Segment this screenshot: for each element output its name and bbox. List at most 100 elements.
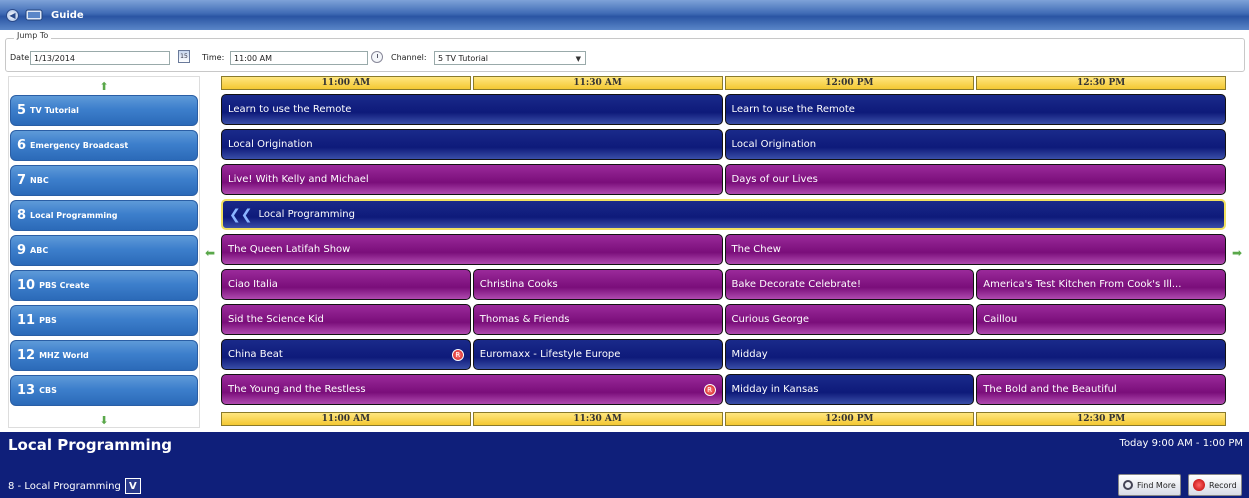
- channel-list: ⬆ 5 TV Tutorial 6 Emergency Broadcast 7 NBC 8 L…: [8, 76, 200, 428]
- channel-number: 13: [17, 383, 36, 398]
- program-cell[interactable]: The Chew: [724, 234, 1226, 265]
- channel-button-12[interactable]: 12 MHZ World: [10, 340, 198, 371]
- program-cell[interactable]: Midday: [724, 339, 1226, 370]
- continues-before-icon: ❮❮: [229, 206, 253, 223]
- channel-button-6[interactable]: 6 Emergency Broadcast: [10, 130, 198, 161]
- channel-number: 5: [17, 103, 27, 118]
- scroll-down-arrow-icon[interactable]: ⬇: [9, 413, 199, 427]
- program-cell[interactable]: Learn to use the Remote: [221, 94, 723, 125]
- top-time-header: 11:00 AM: [221, 76, 471, 90]
- channel-number: 9: [17, 243, 27, 258]
- program-cell[interactable]: Learn to use the Remote: [724, 94, 1226, 125]
- program-cell[interactable]: Live! With Kelly and Michael: [221, 164, 723, 195]
- channel-number: 7: [17, 173, 27, 188]
- program-cell[interactable]: Euromaxx - Lifestyle Europe: [472, 339, 723, 370]
- calendar-icon[interactable]: 15: [178, 50, 190, 63]
- channel-name: NBC: [30, 176, 49, 185]
- find-more-label: Find More: [1137, 480, 1176, 490]
- v-button[interactable]: V: [124, 478, 141, 494]
- channel-label: Channel:: [391, 53, 427, 62]
- program-title: Midday in Kansas: [731, 384, 819, 395]
- channel-number: 11: [17, 313, 36, 328]
- channel-button-10[interactable]: 10 PBS Create: [10, 270, 198, 301]
- top-time-header: 12:00 PM: [724, 76, 975, 90]
- bottom-time-header: 11:30 AM: [472, 412, 723, 426]
- program-title: Christina Cooks: [479, 279, 558, 290]
- channel-select[interactable]: 5 TV Tutorial ▼: [434, 51, 586, 65]
- program-cell[interactable]: Ciao Italia: [221, 269, 471, 300]
- program-title: Live! With Kelly and Michael: [228, 174, 369, 185]
- channel-name: Local Programming: [30, 211, 118, 220]
- scroll-right-arrow-icon[interactable]: ➡: [1232, 246, 1242, 260]
- channel-name: ABC: [30, 246, 49, 255]
- channel-name: TV Tutorial: [30, 106, 79, 115]
- record-button[interactable]: Record: [1188, 474, 1242, 496]
- program-title: Ciao Italia: [228, 279, 278, 290]
- channel-button-5[interactable]: 5 TV Tutorial: [10, 95, 198, 126]
- program-cell[interactable]: The Bold and the Beautiful: [976, 374, 1226, 405]
- channel-name: Emergency Broadcast: [30, 141, 129, 150]
- program-title: Learn to use the Remote: [731, 104, 855, 115]
- program-title: The Young and the Restless: [228, 384, 366, 395]
- scroll-left-arrow-icon[interactable]: ⬅: [205, 246, 215, 260]
- channel-select-value: 5 TV Tutorial: [438, 53, 488, 63]
- clock-icon[interactable]: [371, 51, 383, 63]
- program-cell[interactable]: Local Origination: [221, 129, 723, 160]
- program-cell[interactable]: Caillou: [976, 304, 1226, 335]
- find-more-button[interactable]: Find More: [1118, 474, 1181, 496]
- program-cell[interactable]: Local Origination: [724, 129, 1226, 160]
- program-cell[interactable]: Thomas & Friends: [472, 304, 723, 335]
- date-label: Date:: [10, 53, 32, 62]
- bottom-time-header: 12:30 PM: [976, 412, 1226, 426]
- program-cell[interactable]: Bake Decorate Celebrate!: [724, 269, 975, 300]
- channel-number: 8: [17, 208, 27, 223]
- program-cell[interactable]: Days of our Lives: [724, 164, 1226, 195]
- channel-button-7[interactable]: 7 NBC: [10, 165, 198, 196]
- search-icon: [1123, 480, 1133, 490]
- channel-button-11[interactable]: 11 PBS: [10, 305, 198, 336]
- title-bar: ◀ Guide: [0, 0, 1249, 30]
- top-time-header: 11:30 AM: [472, 76, 723, 90]
- program-title: Local Origination: [731, 139, 817, 150]
- program-cell[interactable]: China Beat R: [221, 339, 471, 370]
- program-title: Euromaxx - Lifestyle Europe: [479, 349, 621, 360]
- chevron-down-icon: ▼: [575, 55, 581, 63]
- channel-button-13[interactable]: 13 CBS: [10, 375, 198, 406]
- program-cell[interactable]: ❮❮ Local Programming: [221, 199, 1226, 230]
- channel-name: MHZ World: [39, 351, 89, 360]
- channel-button-8[interactable]: 8 Local Programming: [10, 200, 198, 231]
- channel-number: 6: [17, 138, 27, 153]
- record-label: Record: [1209, 480, 1237, 490]
- time-field[interactable]: 11:00 AM: [230, 51, 368, 65]
- program-title: Local Origination: [228, 139, 313, 150]
- program-cell[interactable]: Midday in Kansas: [724, 374, 975, 405]
- record-icon: [1193, 479, 1205, 491]
- program-title: The Chew: [731, 244, 781, 255]
- program-channel-label: 8 - Local Programming: [8, 480, 121, 492]
- scroll-up-arrow-icon[interactable]: ⬆: [9, 79, 199, 93]
- record-indicator-icon: R: [451, 349, 464, 361]
- program-cell[interactable]: Curious George: [724, 304, 975, 335]
- back-icon[interactable]: ◀: [6, 8, 19, 22]
- program-title: Days of our Lives: [731, 174, 818, 185]
- program-title: Local Programming: [8, 436, 173, 454]
- program-title: China Beat: [228, 349, 283, 360]
- program-cell[interactable]: Christina Cooks: [472, 269, 723, 300]
- program-cell[interactable]: Sid the Science Kid: [221, 304, 471, 335]
- top-time-header: 12:30 PM: [976, 76, 1226, 90]
- channel-button-9[interactable]: 9 ABC: [10, 235, 198, 266]
- jump-to-legend: Jump To: [14, 31, 52, 40]
- channel-name: PBS Create: [39, 281, 90, 290]
- bottom-time-header: 12:00 PM: [724, 412, 975, 426]
- channel-name: PBS: [39, 316, 57, 325]
- tv-guide-icon: [25, 9, 43, 21]
- date-field[interactable]: 1/13/2014: [30, 51, 170, 65]
- program-cell[interactable]: America's Test Kitchen From Cook's Ill..…: [976, 269, 1226, 300]
- program-title: Caillou: [983, 314, 1018, 325]
- window-title: Guide: [51, 9, 84, 21]
- program-title: Thomas & Friends: [479, 314, 570, 325]
- program-title: America's Test Kitchen From Cook's Ill..…: [983, 279, 1182, 290]
- program-channel: 8 - Local Programming V: [8, 478, 141, 494]
- program-cell[interactable]: The Young and the Restless R: [221, 374, 723, 405]
- program-cell[interactable]: The Queen Latifah Show: [221, 234, 723, 265]
